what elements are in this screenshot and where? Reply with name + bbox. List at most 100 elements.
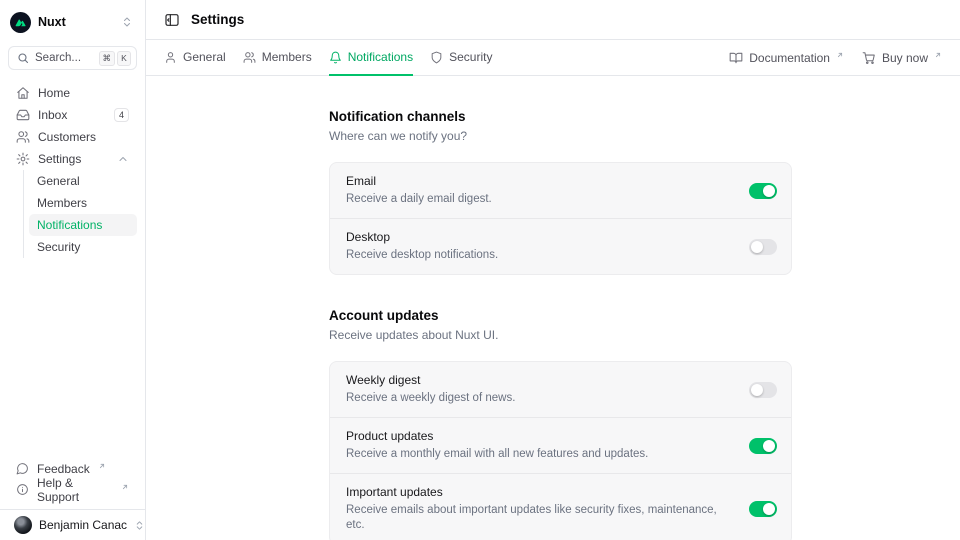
section-description: Where can we notify you? [329,129,792,143]
inbox-count-badge: 4 [114,108,129,123]
book-open-icon [729,51,743,65]
sidebar-nav: Home Inbox 4 Customers Settings [8,82,137,258]
tab-label: General [183,50,226,64]
kbd-k: K [117,51,131,66]
external-link-icon [934,51,942,59]
notification-channels-card: Email Receive a daily email digest. Desk… [329,162,792,275]
weekly-digest-toggle[interactable] [749,382,777,398]
product-updates-toggle[interactable] [749,438,777,454]
panel-left-icon[interactable] [164,12,180,28]
search-placeholder: Search... [35,52,81,64]
settings-content: Notification channels Where can we notif… [146,76,960,540]
setting-description: Receive a weekly digest of news. [346,391,515,406]
bell-icon [329,51,342,64]
users-icon [243,51,256,64]
setting-row-desktop: Desktop Receive desktop notifications. [330,218,791,274]
tab-notifications[interactable]: Notifications [329,40,413,76]
sidebar-footer: Feedback Help & Support [8,458,137,509]
sidebar-item-customers[interactable]: Customers [8,126,137,148]
section-title: Notification channels [329,109,792,124]
search-icon [17,52,29,64]
sidebar-item-label: Customers [38,130,96,144]
help-support-link[interactable]: Help & Support [8,479,137,500]
sidebar-item-home[interactable]: Home [8,82,137,104]
tab-label: Security [449,50,492,64]
sidebar: Nuxt Search... ⌘ K Home [0,0,146,540]
page-header: Settings [146,0,960,40]
home-icon [16,86,30,100]
sidebar-item-settings-notifications[interactable]: Notifications [29,214,137,236]
app-window: Nuxt Search... ⌘ K Home [0,0,960,540]
setting-row-product-updates: Product updates Receive a monthly email … [330,417,791,473]
team-switcher[interactable]: Nuxt [8,8,137,36]
setting-label: Important updates [346,485,737,500]
tabbar-actions: Documentation Buy now [729,40,942,75]
action-label: Documentation [749,51,830,65]
email-toggle[interactable] [749,183,777,199]
setting-description: Receive desktop notifications. [346,248,498,263]
chat-bubble-icon [16,462,29,475]
page-title: Settings [191,12,244,27]
chevron-up-icon [117,153,129,165]
sub-item-label: Members [37,196,87,210]
section-description: Receive updates about Nuxt UI. [329,328,792,342]
sidebar-item-inbox[interactable]: Inbox 4 [8,104,137,126]
user-icon [164,51,177,64]
tab-security[interactable]: Security [430,40,492,76]
search-input[interactable]: Search... ⌘ K [8,46,137,70]
action-label: Buy now [882,51,928,65]
sidebar-item-settings[interactable]: Settings [8,148,137,170]
chevrons-up-down-icon [121,16,133,28]
setting-description: Receive emails about important updates l… [346,503,737,533]
info-circle-icon [16,483,29,496]
kbd-cmd: ⌘ [99,51,116,66]
users-icon [16,130,30,144]
search-shortcut: ⌘ K [99,51,132,66]
tab-general[interactable]: General [164,40,226,76]
footer-link-label: Feedback [37,462,90,476]
setting-row-important-updates: Important updates Receive emails about i… [330,473,791,540]
tab-members[interactable]: Members [243,40,312,76]
settings-tabbar: General Members Notifications Security [146,40,960,76]
setting-label: Weekly digest [346,373,515,388]
footer-link-label: Help & Support [37,476,113,504]
documentation-link[interactable]: Documentation [729,51,844,65]
sidebar-item-settings-general[interactable]: General [29,170,137,192]
sidebar-item-label: Inbox [38,108,67,122]
chevrons-up-down-icon [134,520,145,531]
external-link-icon [121,483,129,491]
user-menu[interactable]: Benjamin Canac [0,509,145,540]
main-area: Settings General Members Notifications [146,0,960,540]
setting-label: Product updates [346,429,648,444]
external-link-icon [836,51,844,59]
team-name: Nuxt [38,15,66,29]
setting-row-email: Email Receive a daily email digest. [330,163,791,218]
nuxt-logo-icon [10,12,31,33]
inbox-icon [16,108,30,122]
setting-row-weekly-digest: Weekly digest Receive a weekly digest of… [330,362,791,417]
important-updates-toggle[interactable] [749,501,777,517]
external-link-icon [98,462,106,470]
sidebar-item-label: Settings [38,152,81,166]
sub-item-label: Notifications [37,218,102,232]
sub-item-label: Security [37,240,80,254]
desktop-toggle[interactable] [749,239,777,255]
tab-label: Members [262,50,312,64]
sidebar-item-label: Home [38,86,70,100]
user-name: Benjamin Canac [39,518,127,532]
setting-label: Desktop [346,230,498,245]
shield-icon [430,51,443,64]
avatar [14,516,32,534]
buy-now-link[interactable]: Buy now [862,51,942,65]
tab-label: Notifications [348,50,413,64]
sidebar-item-settings-security[interactable]: Security [29,236,137,258]
setting-description: Receive a monthly email with all new fea… [346,447,648,462]
gear-icon [16,152,30,166]
account-updates-card: Weekly digest Receive a weekly digest of… [329,361,792,540]
sub-item-label: General [37,174,80,188]
shopping-cart-icon [862,51,876,65]
settings-sub-list: General Members Notifications Security [23,170,137,258]
setting-label: Email [346,174,492,189]
sidebar-item-settings-members[interactable]: Members [29,192,137,214]
setting-description: Receive a daily email digest. [346,192,492,207]
